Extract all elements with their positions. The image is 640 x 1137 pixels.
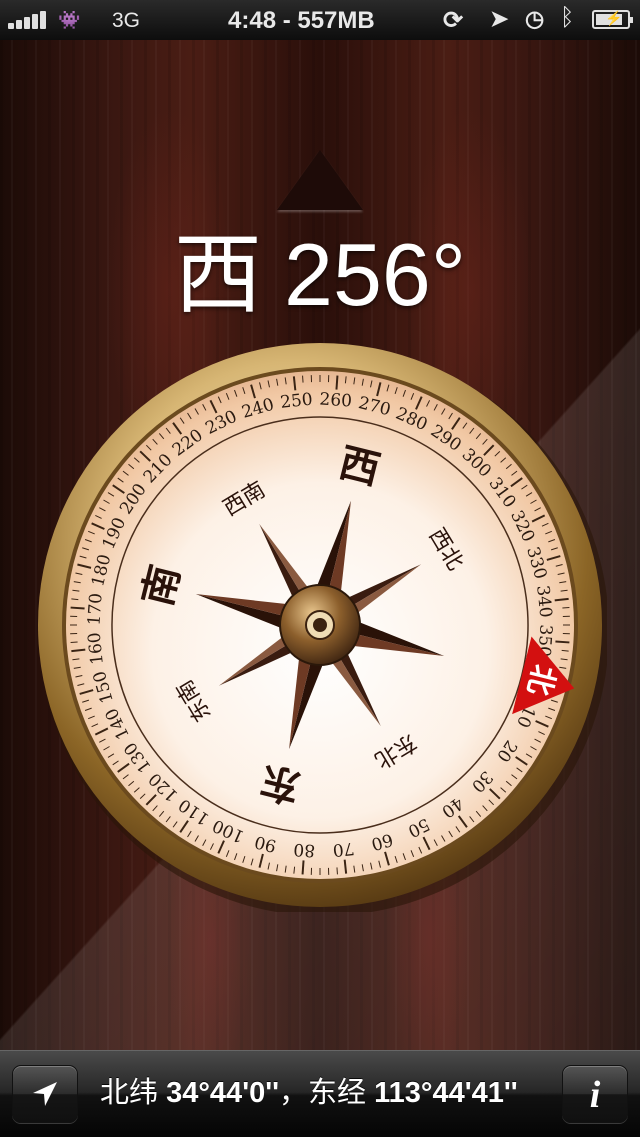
compass-dial[interactable]: 0102030405060708090100110120130140150160… bbox=[33, 338, 607, 912]
info-button[interactable]: i bbox=[562, 1065, 628, 1123]
signal-bars-icon bbox=[8, 11, 46, 29]
scale-label: 160 bbox=[85, 631, 108, 665]
coordinates-readout: 北纬 34°44'0''，东经 113°44'41'' bbox=[100, 1073, 550, 1113]
rotation-lock-icon: ⟳ bbox=[443, 6, 463, 35]
space-invader-icon: 👾 bbox=[58, 10, 80, 31]
scale-label: 260 bbox=[319, 389, 353, 411]
scale-label: 250 bbox=[279, 390, 313, 413]
latitude-label: 北纬 bbox=[100, 1077, 158, 1109]
info-icon: i bbox=[563, 1066, 627, 1124]
location-arrow-icon bbox=[31, 1080, 59, 1108]
location-button[interactable] bbox=[12, 1065, 78, 1123]
heading-readout: 西256° bbox=[0, 220, 640, 330]
battery-charging-icon: ⚡ bbox=[592, 10, 630, 29]
heading-direction: 西 bbox=[174, 225, 262, 324]
longitude-value: 113°44'41'' bbox=[374, 1077, 518, 1109]
clock-icon: ◷ bbox=[525, 6, 544, 32]
bluetooth-icon: ᛒ bbox=[560, 4, 574, 32]
latitude-value: 34°44'0'' bbox=[166, 1077, 279, 1109]
status-time-memory: 4:48 - 557MB bbox=[228, 7, 375, 35]
bottom-toolbar: 北纬 34°44'0''，东经 113°44'41'' i bbox=[0, 1050, 640, 1137]
heading-degrees: 256° bbox=[284, 225, 466, 324]
network-type: 3G bbox=[112, 9, 140, 33]
heading-pointer-icon bbox=[277, 150, 363, 210]
location-arrow-icon: ➤ bbox=[490, 6, 508, 32]
scale-label: 340 bbox=[532, 584, 555, 618]
coord-separator: ， bbox=[279, 1077, 308, 1109]
longitude-label: 东经 bbox=[308, 1077, 366, 1109]
status-bar: 👾 3G 4:48 - 557MB ⟳ ➤ ◷ ᛒ ⚡ bbox=[0, 0, 640, 40]
scale-label: 170 bbox=[84, 592, 106, 626]
scale-label: 80 bbox=[293, 839, 316, 860]
scale-label: 70 bbox=[332, 838, 356, 860]
